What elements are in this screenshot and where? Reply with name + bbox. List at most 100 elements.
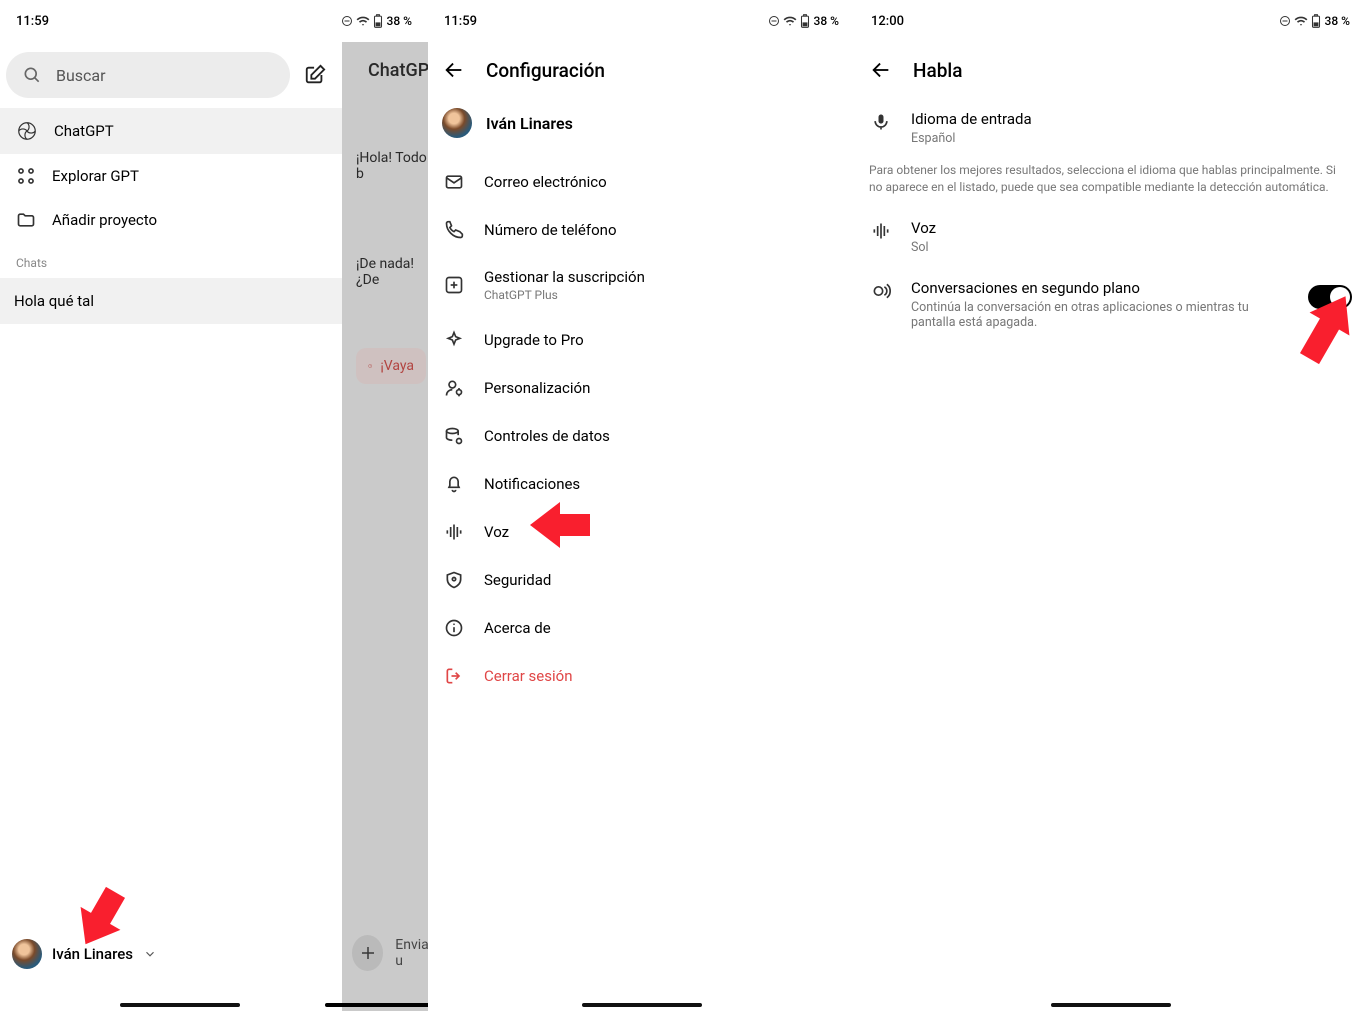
sparkle-icon xyxy=(444,330,464,350)
settings-security-label: Seguridad xyxy=(484,571,551,589)
status-time: 11:59 xyxy=(444,14,477,29)
waveform-icon xyxy=(444,522,464,542)
voice-background-toggle[interactable] xyxy=(1308,285,1352,309)
phone-icon xyxy=(444,220,464,240)
settings-upgrade[interactable]: Upgrade to Pro xyxy=(442,316,841,364)
status-time: 12:00 xyxy=(871,14,904,29)
back-button[interactable] xyxy=(442,59,466,81)
nav-home-indicator xyxy=(582,1003,702,1007)
settings-title: Configuración xyxy=(486,59,605,82)
settings-security[interactable]: Seguridad xyxy=(442,556,841,604)
voice-title: Habla xyxy=(913,59,963,82)
settings-email-label: Correo electrónico xyxy=(484,173,607,191)
settings-logout[interactable]: Cerrar sesión xyxy=(442,652,841,700)
sidebar-user-name: Iván Linares xyxy=(52,945,133,963)
voice-input-language[interactable]: Idioma de entrada Español xyxy=(869,98,1352,158)
battery-icon xyxy=(1311,14,1321,28)
grid-icon xyxy=(16,166,36,186)
settings-data-controls-label: Controles de datos xyxy=(484,427,610,445)
voice-selection-title: Voz xyxy=(911,219,1352,237)
avatar xyxy=(442,108,472,138)
status-battery: 38 % xyxy=(814,14,839,28)
voice-selection-value: Sol xyxy=(911,240,1352,255)
status-right: 38 % xyxy=(768,14,839,28)
status-time: 11:59 xyxy=(16,14,49,29)
bell-icon xyxy=(444,474,464,494)
status-battery: 38 % xyxy=(1325,14,1350,28)
voice-selection[interactable]: Voz Sol xyxy=(869,207,1352,267)
status-bar: 11:59 38 % xyxy=(0,0,428,42)
person-gear-icon xyxy=(444,378,464,398)
chatgpt-logo-icon xyxy=(16,120,38,142)
compose-button[interactable] xyxy=(304,64,332,86)
nav-add-project[interactable]: Añadir proyecto xyxy=(0,198,342,242)
chat-peek: ChatGPT ¡Hola! Todo b ¡De nada! ¿De ¡Vay… xyxy=(342,42,428,1011)
wifi-icon xyxy=(356,14,370,28)
voice-info-text: Para obtener los mejores resultados, sel… xyxy=(869,158,1352,207)
voice-header: Habla xyxy=(855,42,1366,98)
back-button[interactable] xyxy=(869,59,893,81)
arrow-left-icon xyxy=(870,59,892,81)
background-voice-icon xyxy=(871,281,891,301)
voice-input-language-value: Español xyxy=(911,131,1352,146)
nav-explore-label: Explorar GPT xyxy=(52,167,139,185)
chevron-down-icon xyxy=(143,947,157,961)
status-right: 38 % xyxy=(1279,14,1350,28)
settings-voice-label: Voz xyxy=(484,523,509,541)
search-placeholder: Buscar xyxy=(56,66,106,85)
nav-home-indicator xyxy=(120,1003,240,1007)
settings-user-name: Iván Linares xyxy=(486,114,573,133)
status-bar: 12:00 38 % xyxy=(855,0,1366,42)
compose-icon xyxy=(304,64,326,86)
settings-subscription-sub: ChatGPT Plus xyxy=(484,288,645,302)
arrow-left-icon xyxy=(443,59,465,81)
settings-upgrade-label: Upgrade to Pro xyxy=(484,331,584,349)
mic-icon xyxy=(871,112,891,132)
status-bar: 11:59 38 % xyxy=(428,0,855,42)
chats-section-label: Chats xyxy=(0,242,342,278)
logout-icon xyxy=(444,666,464,686)
settings-about[interactable]: Acerca de xyxy=(442,604,841,652)
voice-background-row: Conversaciones en segundo plano Continúa… xyxy=(869,267,1352,342)
settings-subscription-label: Gestionar la suscripción xyxy=(484,268,645,286)
chat-item[interactable]: Hola qué tal xyxy=(0,278,342,324)
settings-header: Configuración xyxy=(428,42,855,98)
settings-personalization[interactable]: Personalización xyxy=(442,364,841,412)
battery-icon xyxy=(800,14,810,28)
battery-icon xyxy=(373,14,383,28)
folder-icon xyxy=(16,210,36,230)
info-icon xyxy=(444,618,464,638)
chat-item-title: Hola qué tal xyxy=(14,292,94,310)
settings-logout-label: Cerrar sesión xyxy=(484,667,572,685)
plus-square-icon xyxy=(444,275,464,295)
mail-icon xyxy=(444,172,464,192)
voice-background-sub: Continúa la conversación en otras aplica… xyxy=(911,300,1290,330)
search-icon xyxy=(22,65,42,85)
sidebar-user-row[interactable]: Iván Linares xyxy=(0,929,342,979)
nav-explore-gpt[interactable]: Explorar GPT xyxy=(0,154,342,198)
settings-subscription[interactable]: Gestionar la suscripción ChatGPT Plus xyxy=(442,254,841,316)
settings-notifications[interactable]: Notificaciones xyxy=(442,460,841,508)
status-battery: 38 % xyxy=(387,14,412,28)
database-gear-icon xyxy=(444,426,464,446)
nav-home-indicator xyxy=(1051,1003,1171,1007)
voice-input-language-title: Idioma de entrada xyxy=(911,110,1352,128)
nav-chatgpt[interactable]: ChatGPT xyxy=(0,108,342,154)
status-right: 38 % xyxy=(341,14,412,28)
settings-notifications-label: Notificaciones xyxy=(484,475,580,493)
voice-background-title: Conversaciones en segundo plano xyxy=(911,279,1290,297)
shield-icon xyxy=(444,570,464,590)
dnd-icon xyxy=(768,15,780,27)
nav-chatgpt-label: ChatGPT xyxy=(54,122,114,140)
dnd-icon xyxy=(1279,15,1291,27)
dnd-icon xyxy=(341,15,353,27)
settings-data-controls[interactable]: Controles de datos xyxy=(442,412,841,460)
wifi-icon xyxy=(783,14,797,28)
wifi-icon xyxy=(1294,14,1308,28)
settings-user-row[interactable]: Iván Linares xyxy=(442,98,841,158)
settings-phone[interactable]: Número de teléfono xyxy=(442,206,841,254)
search-input[interactable]: Buscar xyxy=(6,52,290,98)
settings-voice[interactable]: Voz xyxy=(442,508,841,556)
avatar xyxy=(12,939,42,969)
settings-email[interactable]: Correo electrónico xyxy=(442,158,841,206)
